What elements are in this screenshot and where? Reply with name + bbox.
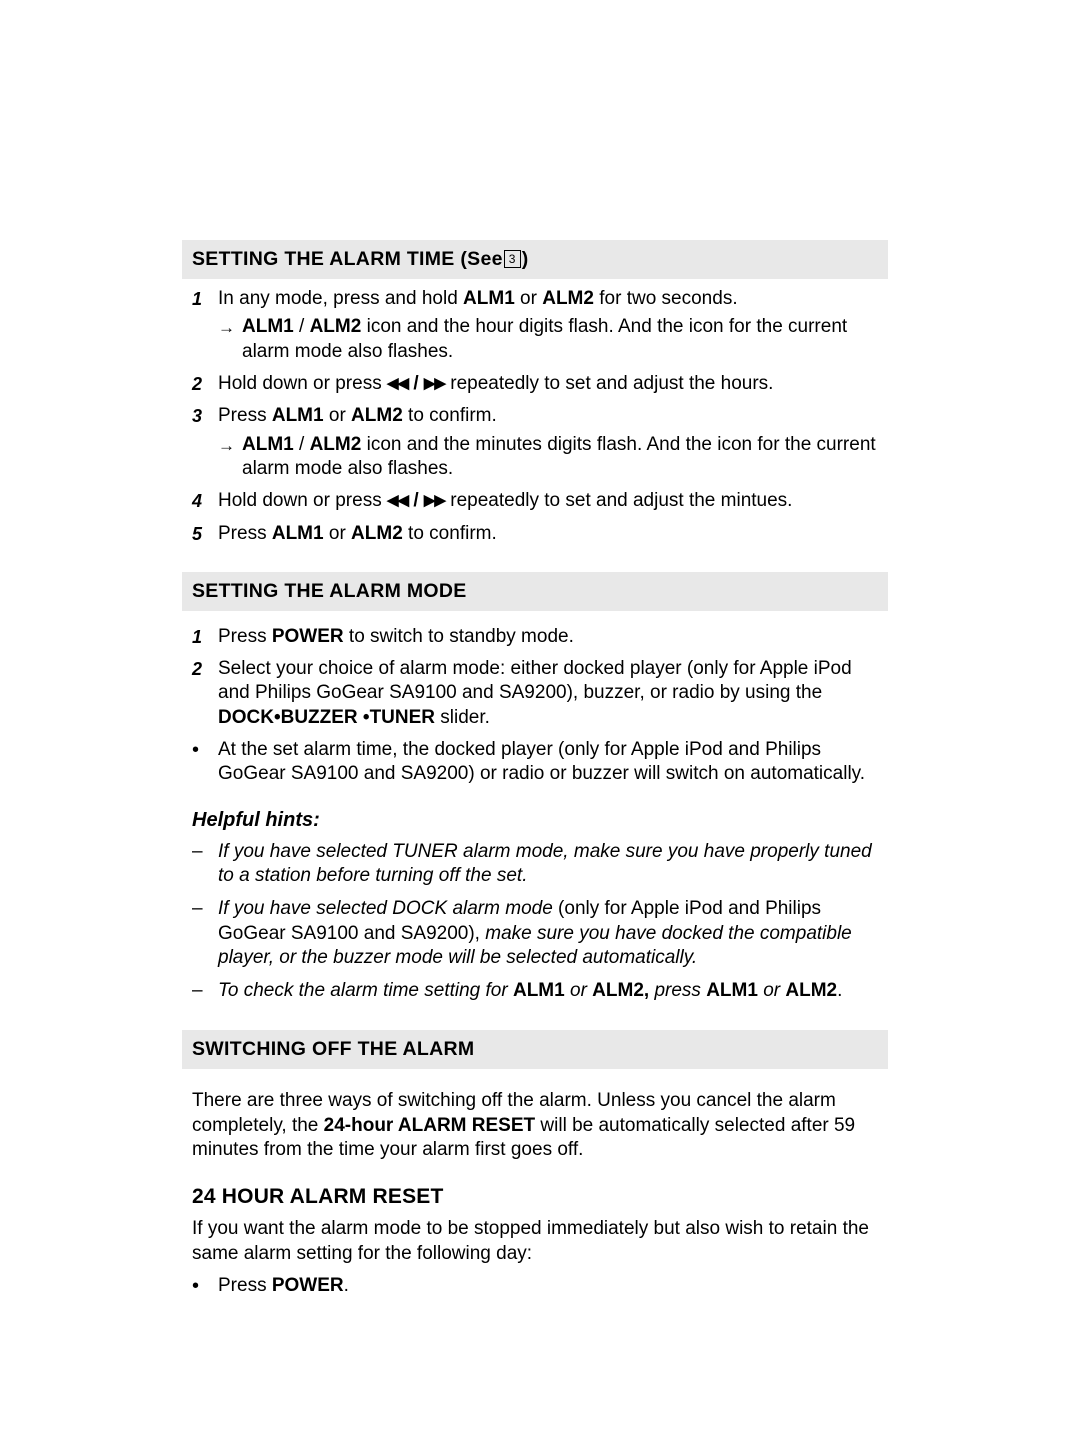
step-text: Press ALM1 or ALM2 to confirm.: [218, 522, 497, 544]
arrow-icon: →: [218, 318, 235, 338]
list-item: 2 Select your choice of alarm mode: eith…: [192, 657, 888, 730]
step-text: Press POWER to switch to standby mode.: [218, 625, 574, 647]
hint-item: – If you have selected TUNER alarm mode,…: [192, 840, 888, 889]
page-content: SETTING THE ALARM TIME (See 3) 1 In any m…: [182, 240, 888, 1299]
list-item: 1 Press POWER to switch to standby mode.: [192, 625, 888, 649]
arrow-icon: →: [218, 435, 235, 455]
step-text: Hold down or press ◀◀ / ▶▶ repeatedly to…: [218, 372, 774, 394]
step-number: 2: [192, 373, 203, 394]
list-item: • Press POWER.: [192, 1274, 888, 1298]
step-number: 1: [192, 626, 203, 647]
list-item: 2 Hold down or press ◀◀ / ▶▶ repeatedly …: [192, 372, 888, 396]
helpful-hints-title: Helpful hints:: [192, 808, 320, 831]
see-label: (See: [460, 248, 503, 270]
hint-item: – If you have selected DOCK alarm mode (…: [192, 897, 888, 971]
list-item: 5 Press ALM1 or ALM2 to confirm.: [192, 522, 888, 546]
list-item: • At the set alarm time, the docked play…: [192, 738, 888, 787]
see-close-paren: ): [521, 248, 529, 270]
step-number: 4: [192, 491, 203, 512]
section-title-alarm-time: SETTING THE ALARM TIME: [192, 248, 455, 270]
step-number: 5: [192, 523, 203, 544]
step-text: Press ALM1 or ALM2 to confirm.: [218, 405, 497, 427]
list-item-sub: → ALM1 / ALM2 icon and the hour digits f…: [192, 315, 888, 364]
hint-text: If you have selected TUNER alarm mode, m…: [218, 840, 872, 887]
switching-off-paragraph: There are three ways of switching off th…: [192, 1089, 856, 1161]
section-title-alarm-mode: SETTING THE ALARM MODE: [192, 579, 467, 602]
step-number: 1: [192, 289, 203, 309]
step-text: Select your choice of alarm mode: either…: [218, 658, 852, 728]
section-header-setting-alarm-time: SETTING THE ALARM TIME (See 3): [182, 240, 888, 279]
alarm-time-steps: 1 In any mode, press and hold ALM1 or AL…: [192, 287, 888, 546]
step-number: 3: [192, 406, 203, 427]
step-text: Press POWER.: [218, 1275, 349, 1297]
section-title-switching-off: SWITCHING OFF THE ALARM: [192, 1037, 475, 1060]
section-header-setting-alarm-mode: SETTING THE ALARM MODE: [182, 571, 888, 611]
manual-page: SETTING THE ALARM TIME (See 3) 1 In any m…: [0, 0, 1080, 1440]
alarm-mode-steps: 1 Press POWER to switch to standby mode.…: [192, 625, 888, 787]
step-text: At the set alarm time, the docked player…: [218, 739, 866, 785]
reset-paragraph: If you want the alarm mode to be stopped…: [192, 1217, 869, 1264]
figure-reference-box: 3: [503, 250, 521, 268]
hint-item: – To check the alarm time setting for AL…: [192, 979, 888, 1004]
dash-icon: –: [192, 840, 203, 862]
dash-icon: –: [192, 980, 203, 1002]
hint-text: If you have selected DOCK alarm mode (on…: [218, 898, 852, 969]
sub-text: ALM1 / ALM2 icon and the hour digits fla…: [242, 316, 848, 362]
list-item: 1 In any mode, press and hold ALM1 or AL…: [192, 287, 888, 311]
step-text: Hold down or press ◀◀ / ▶▶ repeatedly to…: [218, 490, 793, 512]
sub-text: ALM1 / ALM2 icon and the minutes digits …: [242, 433, 876, 479]
subheading-24-hour-alarm-reset: 24 HOUR ALARM RESET: [192, 1184, 444, 1208]
helpful-hints-list: – If you have selected TUNER alarm mode,…: [192, 840, 888, 1004]
section-header-switching-off-alarm: SWITCHING OFF THE ALARM: [182, 1029, 888, 1069]
hint-text: To check the alarm time setting for ALM1…: [218, 980, 843, 1002]
bullet-icon: •: [192, 1275, 200, 1298]
step-text: In any mode, press and hold ALM1 or ALM2…: [218, 288, 738, 309]
bullet-icon: •: [192, 739, 200, 762]
list-item: 3 Press ALM1 or ALM2 to confirm.: [192, 404, 888, 428]
step-number: 2: [192, 659, 203, 680]
list-item-sub: → ALM1 / ALM2 icon and the minutes digit…: [192, 433, 888, 482]
list-item: 4 Hold down or press ◀◀ / ▶▶ repeatedly …: [192, 489, 888, 513]
dash-icon: –: [192, 898, 203, 920]
